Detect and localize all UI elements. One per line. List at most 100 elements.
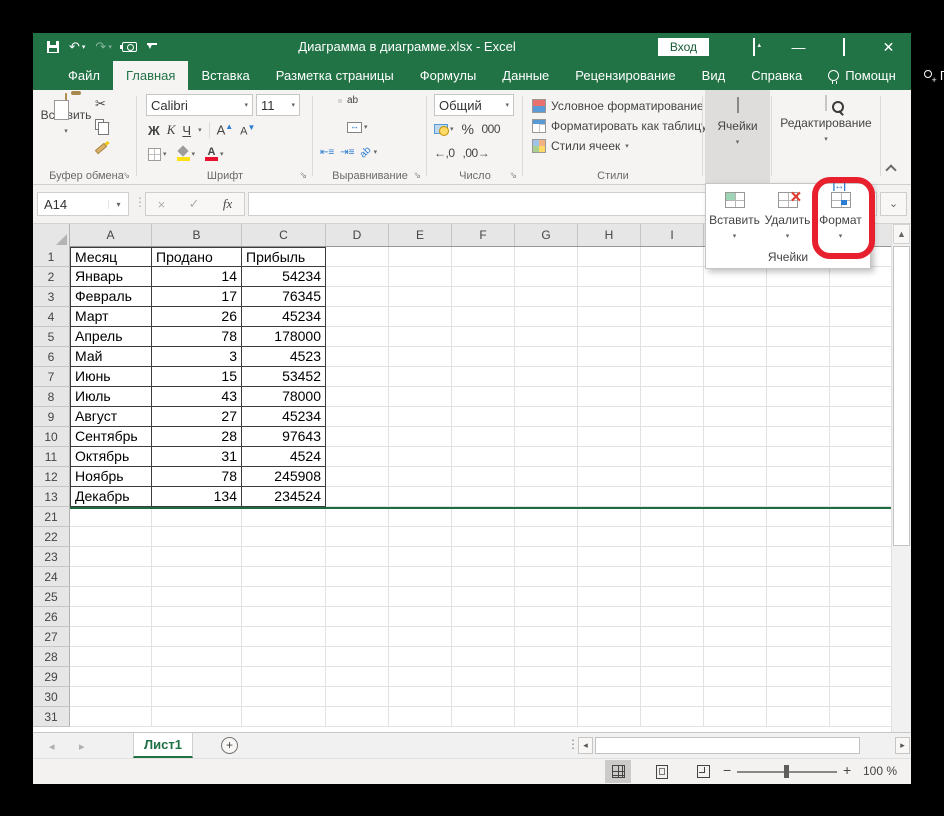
grid-cell[interactable] <box>70 707 152 727</box>
grid-cell[interactable] <box>515 707 578 727</box>
grid-cell[interactable] <box>326 567 389 587</box>
grid-cell[interactable] <box>515 267 578 287</box>
grid-cell[interactable] <box>515 307 578 327</box>
font-color-button[interactable]: А ▾ <box>205 146 224 162</box>
grid-cell[interactable] <box>641 247 704 267</box>
row-header[interactable]: 23 <box>33 547 70 567</box>
decrease-indent-button[interactable]: ⇤≡ <box>320 147 334 158</box>
grid-cell[interactable] <box>152 547 242 567</box>
row-header[interactable]: 26 <box>33 607 70 627</box>
scroll-right-icon[interactable]: ▸ <box>895 737 910 754</box>
wrap-text-button[interactable]: ab <box>347 95 358 106</box>
grid-cell[interactable] <box>242 567 326 587</box>
grid-cell[interactable] <box>767 467 830 487</box>
grid-cell[interactable] <box>704 387 767 407</box>
grid-cell[interactable] <box>578 607 641 627</box>
grid-cell[interactable] <box>830 327 893 347</box>
grid-cell[interactable] <box>452 447 515 467</box>
grid-cell[interactable] <box>830 387 893 407</box>
grid-cell[interactable] <box>326 287 389 307</box>
grid-cell[interactable] <box>152 667 242 687</box>
grid-cell[interactable] <box>452 327 515 347</box>
grid-cell[interactable] <box>830 607 893 627</box>
grid-cell[interactable] <box>767 587 830 607</box>
grid-cell[interactable] <box>452 627 515 647</box>
grid-cell[interactable] <box>70 527 152 547</box>
prev-sheet-icon[interactable]: ◂ <box>49 740 55 753</box>
grid-cell[interactable] <box>326 267 389 287</box>
grid-cell[interactable] <box>326 587 389 607</box>
number-format-combo[interactable]: Общий ▾ <box>434 94 514 116</box>
grid-cell[interactable] <box>578 647 641 667</box>
normal-view-button[interactable] <box>605 760 631 783</box>
zoom-slider-thumb[interactable] <box>784 765 789 778</box>
grid-cell[interactable] <box>515 527 578 547</box>
underline-button[interactable]: Ч <box>182 123 191 138</box>
grid-cell[interactable] <box>641 367 704 387</box>
grid-cell[interactable] <box>704 287 767 307</box>
grid-cell[interactable] <box>704 627 767 647</box>
menu-tab[interactable]: Разметка страницы <box>263 61 407 90</box>
camera-icon[interactable] <box>119 42 137 52</box>
insert-function-icon[interactable]: fx <box>223 196 232 212</box>
column-header[interactable]: A <box>70 224 152 246</box>
grid-cell[interactable] <box>830 447 893 467</box>
align-top-button[interactable] <box>320 99 324 103</box>
row-header[interactable]: 25 <box>33 587 70 607</box>
increase-indent-button[interactable]: ⇥≡ <box>340 147 354 158</box>
column-header[interactable]: F <box>452 224 515 246</box>
grid-cell[interactable]: 4523 <box>242 347 326 367</box>
row-header[interactable]: 9 <box>33 407 70 427</box>
grid-cell[interactable] <box>767 387 830 407</box>
grid-cell[interactable] <box>704 587 767 607</box>
grid-cell[interactable] <box>830 267 893 287</box>
grid-cell[interactable] <box>152 707 242 727</box>
grid-cell[interactable] <box>641 267 704 287</box>
grid-cell[interactable] <box>242 547 326 567</box>
grid-cell[interactable] <box>578 707 641 727</box>
dialog-launcher-icon[interactable]: ⇘ <box>509 170 517 181</box>
grid-cell[interactable] <box>452 567 515 587</box>
grid-cell[interactable] <box>767 327 830 347</box>
row-header[interactable]: 11 <box>33 447 70 467</box>
grid-cell[interactable] <box>830 707 893 727</box>
grid-cell[interactable] <box>326 667 389 687</box>
flyout-insert-button[interactable]: Вставить▾ <box>708 187 761 241</box>
undo-icon[interactable]: ↶ ▾ <box>69 39 85 55</box>
grid-cell[interactable]: 78 <box>152 327 242 347</box>
grid-cell[interactable] <box>326 487 389 507</box>
grid-cell[interactable] <box>152 507 242 527</box>
grid-cell[interactable] <box>704 307 767 327</box>
copy-button[interactable]: ▾ <box>95 116 110 135</box>
grid-cell[interactable] <box>70 587 152 607</box>
grid-cell[interactable] <box>515 547 578 567</box>
grid-cell[interactable] <box>515 687 578 707</box>
grid-cell[interactable] <box>767 687 830 707</box>
grid-cell[interactable] <box>830 507 893 527</box>
grid-cell[interactable]: 245908 <box>242 467 326 487</box>
dialog-launcher-icon[interactable]: ⇘ <box>413 170 421 181</box>
menu-tab[interactable]: Данные <box>489 61 562 90</box>
grid-cell[interactable] <box>704 647 767 667</box>
grid-cell[interactable]: 43 <box>152 387 242 407</box>
grid-cell[interactable] <box>830 527 893 547</box>
grid-cell[interactable] <box>389 587 452 607</box>
grid-cell[interactable] <box>152 567 242 587</box>
grid-cell[interactable] <box>326 647 389 667</box>
cut-button[interactable]: ✂ <box>95 96 110 112</box>
bold-button[interactable]: Ж <box>148 123 160 138</box>
row-header[interactable]: 8 <box>33 387 70 407</box>
grid-cell[interactable] <box>326 547 389 567</box>
grid-cell[interactable]: 31 <box>152 447 242 467</box>
grid-cell[interactable] <box>326 327 389 347</box>
grid-cell[interactable] <box>830 567 893 587</box>
align-middle-button[interactable] <box>329 99 333 103</box>
grid-cell[interactable] <box>578 347 641 367</box>
grid-cell[interactable] <box>767 607 830 627</box>
grid-cell[interactable] <box>578 267 641 287</box>
font-size-combo[interactable]: 11 ▾ <box>256 94 300 116</box>
grid-cell[interactable] <box>326 447 389 467</box>
grid-cell[interactable]: Месяц <box>70 247 152 267</box>
grid-cell[interactable] <box>767 347 830 367</box>
grid-cell[interactable] <box>767 287 830 307</box>
